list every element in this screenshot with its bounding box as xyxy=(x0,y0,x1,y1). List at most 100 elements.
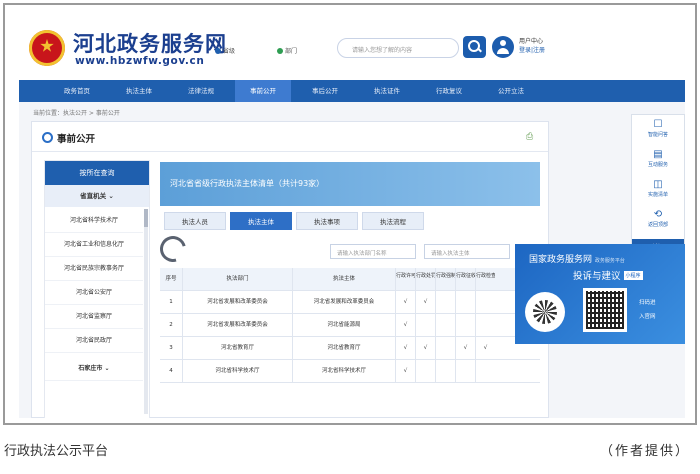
rs-label: 返回顶部 xyxy=(647,222,668,228)
card-side-line2: 入官网 xyxy=(639,314,656,320)
user-avatar-icon[interactable] xyxy=(492,36,514,58)
left-menu-header[interactable]: 按所在查询 xyxy=(45,161,149,185)
card-line1: 国家政务服务网 政务服务平台 xyxy=(529,252,625,265)
search-button[interactable] xyxy=(463,36,486,58)
department-search-input[interactable]: 请输入执法部门名称 xyxy=(330,244,416,259)
left-menu-item[interactable]: 河北省民政厅 xyxy=(45,329,143,353)
site-url: www.hbzwfw.gov.cn xyxy=(75,55,205,67)
card-title: 国家政务服务网 xyxy=(529,255,593,265)
table-row[interactable]: 4 河北省科学技术厅 河北省科学技术厅 √ xyxy=(160,360,540,383)
table-cell xyxy=(475,314,495,337)
table-cell: 河北省教育厅 xyxy=(292,337,395,360)
left-menu-sub-header[interactable]: 省直机关 ⌄ xyxy=(45,185,149,207)
nav-item-subjects[interactable]: 执法主体 xyxy=(111,80,167,102)
mini-program-badge: 小程序 xyxy=(623,271,643,280)
table-cell xyxy=(435,337,455,360)
left-menu-item[interactable]: 河北省公安厅 xyxy=(45,281,143,305)
table-cell: √ xyxy=(415,337,435,360)
table-cell xyxy=(455,291,475,314)
nav-item-pre-disclosure[interactable]: 事前公开 xyxy=(235,80,291,102)
subject-search-input[interactable]: 请输入执法主体 xyxy=(424,244,510,259)
tab-subjects[interactable]: 执法主体 xyxy=(230,212,292,230)
banner-title: 河北省省级行政执法主体清单（共计93家） xyxy=(170,179,325,188)
rs-interaction[interactable]: ▤ 互动服务 xyxy=(632,149,684,173)
table-header-cell: 序号 xyxy=(165,276,177,282)
table-cell: √ xyxy=(395,337,415,360)
table-cell xyxy=(475,291,495,314)
nav-item-post-disclosure[interactable]: 事后公开 xyxy=(297,80,353,102)
nav-item-review[interactable]: 行政复议 xyxy=(421,80,477,102)
site-header: 河北政务服务网 www.hbzwfw.gov.cn 省级 部门 请输入您想了解的… xyxy=(19,22,685,80)
table-cell xyxy=(435,291,455,314)
tab-process[interactable]: 执法流程 xyxy=(362,212,424,230)
document-icon: ◫ xyxy=(653,179,663,190)
table-header-cell: 行政强制 xyxy=(435,268,455,291)
nav-item-laws[interactable]: 法律法规 xyxy=(173,80,229,102)
table-header-row: 序号 执法部门 执法主体 行政许可 行政处罚 行政强制 行政征收 行政检查 xyxy=(160,268,540,291)
rs-checklist[interactable]: ◫ 实施清单 xyxy=(632,179,684,203)
table-row[interactable]: 3 河北省教育厅 河北省教育厅 √ √ √ √ xyxy=(160,337,540,360)
photo-credit: （作者提供） xyxy=(599,444,690,459)
chat-icon: ☐ xyxy=(653,119,663,130)
panel-title: 事前公开 xyxy=(57,134,96,145)
national-emblem-icon xyxy=(29,30,65,66)
location-pin-icon xyxy=(215,48,221,54)
table-cell xyxy=(415,314,435,337)
qr-code-icon xyxy=(583,288,627,332)
table-cell: 1 xyxy=(169,299,173,305)
table-cell: 4 xyxy=(169,368,173,374)
search-input[interactable]: 请输入您想了解的内容 xyxy=(337,38,459,58)
left-menu-item[interactable]: 河北省监察厅 xyxy=(45,305,143,329)
login-register-link[interactable]: 登录|注册 xyxy=(519,46,545,55)
tab-matters[interactable]: 执法事项 xyxy=(296,212,358,230)
table-cell xyxy=(455,360,475,383)
left-menu-scrollbar[interactable] xyxy=(144,209,148,414)
left-menu-scrollbar-thumb[interactable] xyxy=(144,209,148,227)
nav-item-certificates[interactable]: 执法证件 xyxy=(359,80,415,102)
nav-item-home[interactable]: 政务首页 xyxy=(49,80,105,102)
left-menu-item-city[interactable]: 石家庄市 ⌄ xyxy=(45,357,143,381)
table-header-cell: 行政征收 xyxy=(455,268,475,291)
rs-back-to-top[interactable]: ⟲ 返回顶部 xyxy=(632,209,684,233)
left-menu-item[interactable]: 河北省工业和信息化厅 xyxy=(45,233,143,257)
screenshot-frame: 河北政务服务网 www.hbzwfw.gov.cn 省级 部门 请输入您想了解的… xyxy=(3,3,697,425)
service-feedback-card[interactable]: 国家政务服务网 政务服务平台 投诉与建议 小程序 扫码进入官网 xyxy=(515,244,685,344)
right-sidebar: ☐智能问答 ▤互动服务 ◫实施清单 ⟲返回顶部 关闭 xyxy=(631,114,685,258)
card-side-text: 扫码进 入官网 xyxy=(639,296,656,324)
table-header-cell: 行政检查 xyxy=(475,268,495,291)
left-menu: 按所在查询 省直机关 ⌄ 河北省科学技术厅 河北省工业和信息化厅 河北省民族宗教… xyxy=(44,160,150,418)
tab-personnel[interactable]: 执法人员 xyxy=(164,212,226,230)
table-row[interactable]: 1 河北省发展和改革委员会 河北省发展和改革委员会 √ √ xyxy=(160,291,540,314)
table-cell: 河北省能源局 xyxy=(292,314,395,337)
table-cell xyxy=(475,360,495,383)
back-to-top-icon: ⟲ xyxy=(653,209,663,220)
rs-label: 实施清单 xyxy=(647,192,668,198)
table-row[interactable]: 2 河北省发展和改革委员会 河北省能源局 √ xyxy=(160,314,540,337)
left-menu-sub-label: 省直机关 xyxy=(80,192,107,200)
refresh-icon[interactable] xyxy=(155,231,191,267)
nav-item-legislation[interactable]: 公开立法 xyxy=(483,80,539,102)
location-dept-selector[interactable]: 部门 xyxy=(277,46,297,55)
print-icon[interactable]: ⎙ xyxy=(526,132,533,142)
left-menu-item[interactable]: 河北省科学技术厅 xyxy=(45,209,143,233)
rs-smart-qa[interactable]: ☐ 智能问答 xyxy=(632,119,684,143)
table-cell: 河北省发展和改革委员会 xyxy=(182,314,292,337)
user-center[interactable]: 用户中心 登录|注册 xyxy=(519,37,545,55)
left-menu-item[interactable]: 河北省民族宗教事务厅 xyxy=(45,257,143,281)
site-title[interactable]: 河北政务服务网 xyxy=(73,28,227,58)
table-cell xyxy=(415,360,435,383)
table-header-cell: 执法主体 xyxy=(292,268,395,291)
subject-list-banner: 河北省省级行政执法主体清单（共计93家） xyxy=(160,162,540,206)
table-header-cell: 行政许可 xyxy=(395,268,415,291)
location-city-selector[interactable]: 省级 xyxy=(215,46,235,55)
content-panel: 事前公开 ⎙ 按所在查询 省直机关 ⌄ 河北省科学技术厅 河北省工业和信息化厅 … xyxy=(31,121,549,418)
mini-program-code-icon xyxy=(525,292,565,332)
card-line2: 投诉与建议 小程序 xyxy=(573,268,643,282)
table-cell: 2 xyxy=(169,322,173,328)
card-feedback-label: 投诉与建议 xyxy=(573,271,621,282)
main-nav: 政务首页 执法主体 法律法规 事前公开 事后公开 执法证件 行政复议 公开立法 xyxy=(19,80,685,102)
card-side-line1: 扫码进 xyxy=(639,300,656,306)
photo-caption: 行政执法公示平台 xyxy=(4,444,109,459)
table-cell: √ xyxy=(395,314,415,337)
table-cell: 河北省发展和改革委员会 xyxy=(292,291,395,314)
